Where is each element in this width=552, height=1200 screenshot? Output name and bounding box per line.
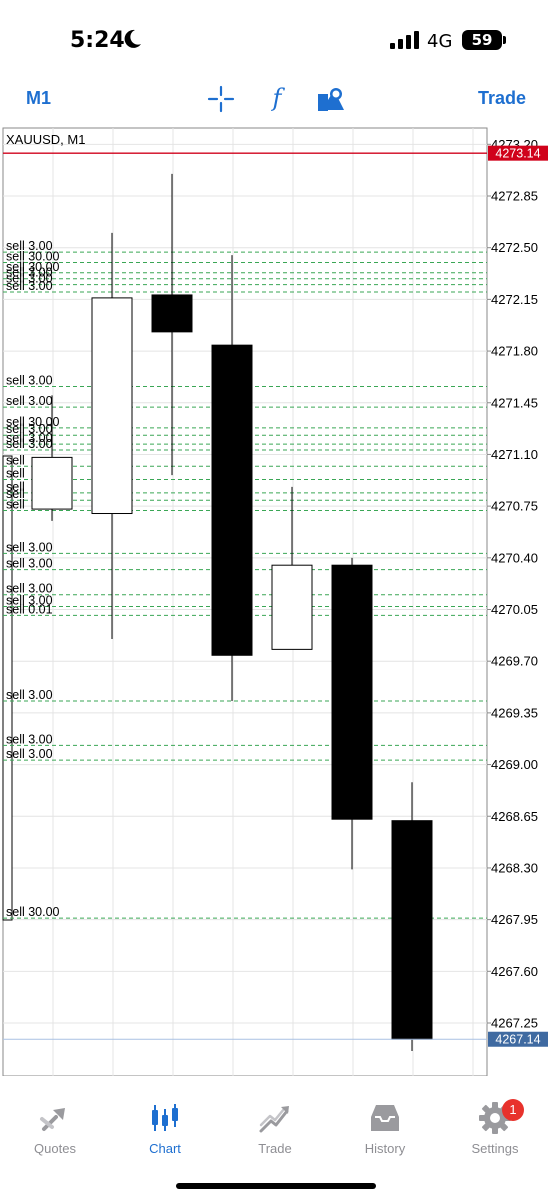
status-bar: 5:24 4G 59 <box>0 0 552 80</box>
price-chart[interactable]: sell 3.00 sell 30.00 sell 30.00 sell 3.00 se… <box>0 126 552 1076</box>
price-tick-label: 4272.85 <box>491 189 538 204</box>
price-tick-label: 4269.35 <box>491 705 538 720</box>
order-label: sell <box>6 467 25 481</box>
signal-icon <box>390 31 419 49</box>
current-price-label: 4273.14 <box>495 147 540 161</box>
trade-icon <box>259 1106 289 1133</box>
network-type: 4G <box>427 31 453 52</box>
price-tick-label: 4268.65 <box>491 809 538 824</box>
notification-badge: 1 <box>502 1099 524 1121</box>
tab-trade[interactable]: Trade <box>220 1095 330 1165</box>
candle <box>271 486 313 650</box>
price-tick-label: 4270.75 <box>491 499 538 514</box>
home-indicator <box>176 1183 376 1189</box>
candle <box>91 232 133 640</box>
crosshair-icon[interactable] <box>206 84 236 114</box>
current-price-tag: 4273.14 <box>488 145 548 161</box>
candle-body <box>31 456 73 510</box>
price-tick-label: 4269.00 <box>491 757 538 772</box>
chart-toolbar: M1 f Trade <box>0 80 552 120</box>
candle <box>391 782 433 1052</box>
candle-body <box>151 294 193 333</box>
order-label: sell 3.00 <box>6 374 53 388</box>
tab-label: Settings <box>471 1141 519 1156</box>
price-tick-label: 4268.30 <box>491 860 538 875</box>
candle <box>151 173 193 476</box>
chart-canvas[interactable]: sell 3.00sell 30.00sell 30.00sell 3.00se… <box>0 126 552 1076</box>
order-label: sell 3.00 <box>6 732 53 746</box>
order-label: sell 3.00 <box>6 540 53 554</box>
battery-level: 59 <box>462 30 502 50</box>
function-icon[interactable]: f <box>262 84 292 114</box>
order-label: sell 3.00 <box>6 279 53 293</box>
status-time: 5:24 <box>70 28 125 53</box>
tab-history[interactable]: History <box>330 1095 440 1165</box>
price-tick-label: 4272.50 <box>491 240 538 255</box>
battery-icon <box>503 36 506 44</box>
price-tick-label: 4270.05 <box>491 602 538 617</box>
price-tick-label: 4272.15 <box>491 292 538 307</box>
history-icon <box>371 1105 399 1131</box>
tab-quotes[interactable]: Quotes <box>0 1095 110 1165</box>
bid-price-label: 4267.14 <box>495 1033 540 1047</box>
objects-icon[interactable] <box>316 84 346 114</box>
price-tick-label: 4271.10 <box>491 447 538 462</box>
price-tick-label: 4267.95 <box>491 912 538 927</box>
tab-label: Quotes <box>34 1141 76 1156</box>
order-label: sell <box>6 498 25 512</box>
order-label: sell <box>6 453 25 467</box>
price-tick-label: 4267.60 <box>491 964 538 979</box>
candle-body <box>331 564 373 820</box>
price-axis: 4273.204272.854272.504272.154271.804271.… <box>487 137 538 1031</box>
price-tick-label: 4271.80 <box>491 344 538 359</box>
tab-label: Chart <box>149 1141 181 1156</box>
tab-settings[interactable]: Settings 1 <box>440 1095 550 1165</box>
symbol-label: XAUUSD, M1 <box>6 132 85 147</box>
timeframe-button[interactable]: M1 <box>26 88 51 109</box>
candle <box>211 255 253 702</box>
order-label: sell 30.00 <box>6 905 60 919</box>
candle-body <box>91 297 133 515</box>
price-tick-label: 4267.25 <box>491 1016 538 1031</box>
candle-body <box>391 820 433 1040</box>
order-label: sell 3.00 <box>6 394 53 408</box>
tab-chart[interactable]: Chart <box>110 1095 220 1165</box>
candle-body <box>271 564 313 650</box>
candle-body <box>211 344 253 656</box>
moon-icon <box>124 29 141 48</box>
price-tick-label: 4270.40 <box>491 550 538 565</box>
order-label: sell 3.00 <box>6 688 53 702</box>
svg-text:f: f <box>271 84 286 112</box>
tab-label: History <box>364 1141 406 1156</box>
quotes-icon <box>40 1108 65 1131</box>
price-tick-label: 4271.45 <box>491 395 538 410</box>
order-label: sell 3.00 <box>6 557 53 571</box>
candle <box>331 557 373 870</box>
trade-button[interactable]: Trade <box>478 88 526 109</box>
order-label: sell 3.00 <box>6 437 53 451</box>
price-tick-label: 4269.70 <box>491 654 538 669</box>
order-label: sell 0.01 <box>6 602 53 616</box>
bottom-tab-bar: Quotes Chart Trade History Settings 1 <box>0 1095 552 1165</box>
chart-icon <box>152 1104 178 1131</box>
tab-label: Trade <box>258 1141 292 1156</box>
order-label: sell 3.00 <box>6 747 53 761</box>
bid-price-tag: 4267.14 <box>488 1031 548 1047</box>
